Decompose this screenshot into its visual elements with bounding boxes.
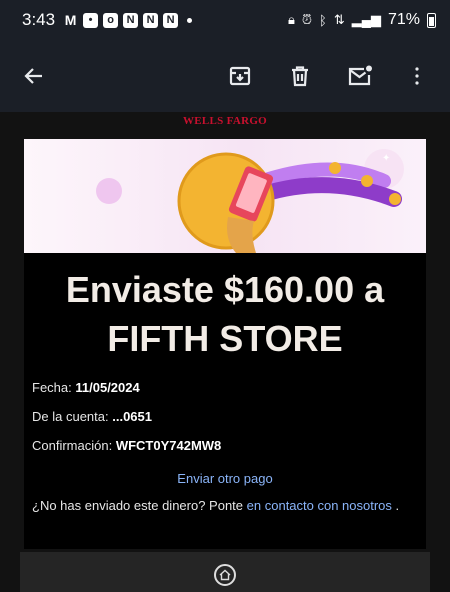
back-button[interactable] <box>14 56 54 96</box>
data-icon: ⇅ <box>333 12 345 27</box>
account-row: De la cuenta: ...0651 <box>32 409 152 424</box>
more-options-button[interactable] <box>397 56 437 96</box>
bluetooth-icon: ᛒ <box>319 12 327 28</box>
date-label: Fecha: <box>32 380 72 395</box>
status-bar: 3:43 M • o N N N 🔒︎ ⏰︎ ᛒ ⇅ ▂▄▆ 71% <box>0 0 450 40</box>
home-icon[interactable] <box>214 564 236 586</box>
message-icon: • <box>83 12 99 28</box>
hero-banner: ✦ <box>24 139 426 253</box>
notification-icons: M • o N N N <box>63 11 193 28</box>
system-icons: 🔒︎ ⏰︎ ᛒ ⇅ ▂▄▆ 71% <box>288 11 436 29</box>
archive-button[interactable] <box>220 56 260 96</box>
app-n-icon: N <box>123 12 139 28</box>
svg-text:✦: ✦ <box>382 153 390 164</box>
lock-icon: 🔒︎ <box>287 12 295 27</box>
email-footer <box>20 552 430 592</box>
back-arrow-icon <box>24 68 42 84</box>
payment-card: ✦ Enviaste $160.00 a FIFTH STORE Fecha: … <box>24 139 426 549</box>
battery-percent: 71% <box>387 11 420 28</box>
app-n-icon: N <box>163 12 179 28</box>
trailing-period: . <box>395 498 400 513</box>
house-glyph <box>219 569 231 581</box>
trash-icon <box>292 66 308 87</box>
account-label: De la cuenta: <box>32 409 109 424</box>
not-sent-text: ¿No has enviado este dinero? Ponte <box>32 498 244 513</box>
send-another-payment-link[interactable]: Enviar otro pago <box>24 471 426 486</box>
not-sent-notice: ¿No has enviado este dinero? Ponte en co… <box>32 498 399 513</box>
signal-icon: ▂▄▆ <box>351 12 381 27</box>
payment-headline: Enviaste $160.00 a FIFTH STORE <box>24 265 426 363</box>
confirmation-row: Confirmación: WFCT0Y742MW8 <box>32 438 221 453</box>
contact-us-link[interactable]: en contacto con nosotros <box>247 498 392 513</box>
more-notifications-dot <box>187 17 193 23</box>
delete-button[interactable] <box>280 56 320 96</box>
confirmation-label: Confirmación: <box>32 438 113 453</box>
account-value: ...0651 <box>112 409 152 424</box>
payment-illustration: ✦ <box>96 149 404 253</box>
headline-line-2: FIFTH STORE <box>107 318 343 359</box>
date-value: 11/05/2024 <box>75 380 140 395</box>
email-toolbar <box>0 40 450 112</box>
more-vert-icon <box>415 67 419 85</box>
email-body: WELLS FARGO ✦ Enviaste $160.00 a FIFTH S… <box>0 112 450 592</box>
archive-icon <box>229 66 251 86</box>
status-time: 3:43 <box>22 10 56 29</box>
battery-icon <box>427 12 436 28</box>
date-row: Fecha: 11/05/2024 <box>32 380 140 395</box>
wells-fargo-logo: WELLS FARGO <box>182 115 268 127</box>
outlook-icon: o <box>103 12 119 28</box>
confirmation-value: WFCT0Y742MW8 <box>115 438 222 453</box>
gmail-icon: M <box>64 11 77 28</box>
mail-unread-icon <box>348 65 372 86</box>
alarm-icon: ⏰︎ <box>301 12 313 27</box>
headline-line-1: Enviaste $160.00 a <box>65 269 385 310</box>
mark-unread-button[interactable] <box>340 56 380 96</box>
app-n-icon: N <box>143 12 159 28</box>
